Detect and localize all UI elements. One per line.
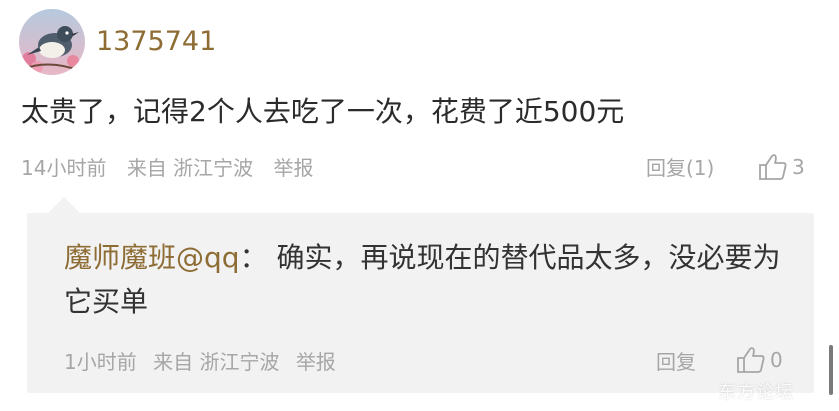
thumbs-up-icon [759, 154, 787, 180]
scrollbar[interactable] [829, 345, 833, 395]
reply-time: 1小时前 [64, 350, 137, 374]
report-link[interactable]: 举报 [274, 156, 314, 180]
reply-reply-button[interactable]: 回复 [656, 348, 696, 376]
like-count: 3 [792, 155, 805, 179]
reply-like-count: 0 [770, 348, 783, 372]
reply-like-button[interactable]: 0 [736, 343, 783, 377]
comment-meta: 14小时前 来自 浙江宁波 举报 [21, 154, 328, 182]
username[interactable]: 1375741 [96, 25, 216, 59]
like-button[interactable]: 3 [758, 150, 805, 184]
reply-button[interactable]: 回复(1) [646, 154, 714, 182]
comment-text: 太贵了，记得2个人去吃了一次，花费了近500元 [21, 95, 625, 128]
reply-meta: 1小时前 来自 浙江宁波 举报 [64, 348, 346, 376]
reply-separator: ： [239, 241, 268, 274]
watermark-logo: 东方论坛 [718, 382, 794, 403]
thumbs-up-icon [737, 347, 765, 373]
reply-report-link[interactable]: 举报 [296, 350, 336, 374]
avatar[interactable] [19, 9, 85, 75]
reply-author[interactable]: 魔师魔班@qq [64, 241, 240, 274]
reply-body: 魔师魔班@qq： 确实，再说现在的替代品太多，没必要为它买单 [64, 236, 794, 324]
comment-time: 14小时前 [21, 156, 107, 180]
reply-source: 来自 浙江宁波 [153, 350, 280, 374]
comment-source: 来自 浙江宁波 [126, 156, 254, 180]
reply-pointer [48, 197, 80, 213]
